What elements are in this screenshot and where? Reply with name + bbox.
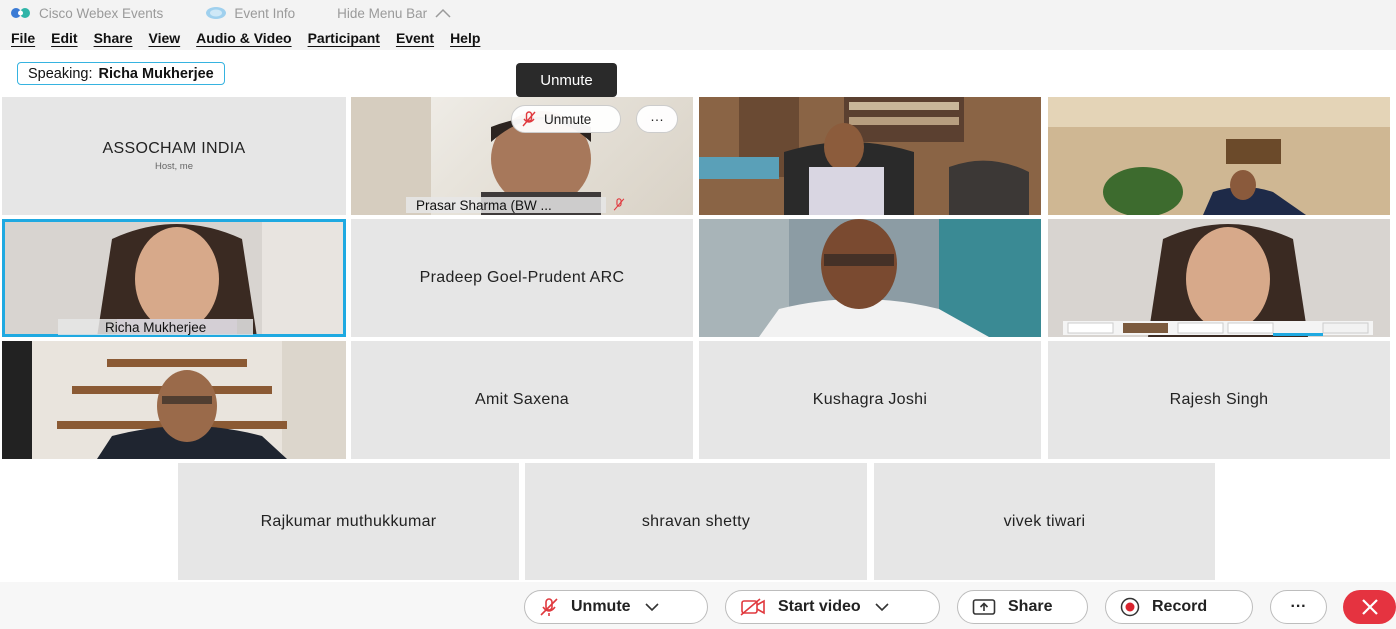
participant-name: ASSOCHAM INDIA <box>102 140 246 157</box>
app-title: Cisco Webex Events <box>10 6 163 21</box>
tile-rajkumar[interactable]: Rajkumar muthukkumar <box>178 463 519 580</box>
participant-name: Amit Saxena <box>474 391 569 408</box>
tile-vivek[interactable]: vivek tiwari <box>874 463 1215 580</box>
menu-bar: File Edit Share View Audio & Video Parti… <box>0 26 1396 50</box>
video-off-icon <box>740 598 766 616</box>
participant-name: shravan shetty <box>641 512 751 530</box>
tile-richa[interactable]: Richa Mukherjee <box>2 219 346 337</box>
tile-video-participant-4[interactable] <box>1048 97 1390 215</box>
tile-shravan[interactable]: shravan shetty <box>525 463 867 580</box>
menu-participant[interactable]: Participant <box>308 30 380 46</box>
menu-view[interactable]: View <box>149 30 181 46</box>
chevron-down-icon[interactable] <box>644 602 659 612</box>
tile-video-participant-3[interactable] <box>699 97 1041 215</box>
tile-more-button[interactable]: ··· <box>636 105 678 133</box>
unmute-button[interactable]: Unmute <box>524 590 708 624</box>
tile-unmute-button[interactable]: Unmute <box>511 105 621 133</box>
tile-video-participant-7[interactable] <box>699 219 1041 337</box>
start-video-button[interactable]: Start video <box>725 590 940 624</box>
leave-meeting-button[interactable] <box>1343 590 1396 624</box>
webex-logo-icon <box>10 7 32 19</box>
menu-help[interactable]: Help <box>450 30 480 46</box>
tile-video-participant-8[interactable] <box>1048 219 1390 337</box>
tile-pradeep[interactable]: Pradeep Goel-Prudent ARC <box>351 219 693 337</box>
tile-rajesh[interactable]: Rajesh Singh <box>1048 341 1390 459</box>
speaking-name: Richa Mukherjee <box>98 65 214 82</box>
record-icon <box>1120 597 1140 617</box>
menu-file[interactable]: File <box>11 30 35 46</box>
title-bar: Cisco Webex Events Event Info Hide Menu … <box>0 0 1396 26</box>
tile-unmute-label: Unmute <box>544 111 592 127</box>
participant-name: Richa Mukherjee <box>105 319 207 335</box>
participant-name: Rajkumar muthukkumar <box>260 512 437 530</box>
unmute-label: Unmute <box>571 598 631 615</box>
tile-video-participant-9[interactable] <box>2 341 346 459</box>
speaking-indicator: Speaking: Richa Mukherjee <box>17 62 225 85</box>
event-info-label: Event Info <box>234 5 296 21</box>
start-video-label: Start video <box>778 598 861 615</box>
unmute-tooltip: Unmute <box>516 63 617 97</box>
participant-video <box>699 219 1041 337</box>
menu-event[interactable]: Event <box>396 30 434 46</box>
mic-muted-icon <box>522 111 536 127</box>
participant-name: vivek tiwari <box>1003 512 1086 530</box>
share-button[interactable]: Share <box>957 590 1088 624</box>
mic-muted-icon <box>539 597 559 617</box>
menu-audio-video[interactable]: Audio & Video <box>196 30 291 46</box>
chevron-down-icon[interactable] <box>875 602 889 612</box>
menu-share[interactable]: Share <box>94 30 133 46</box>
speaking-label: Speaking: <box>28 65 93 82</box>
share-screen-icon <box>972 598 996 616</box>
hide-menu-bar-label: Hide Menu Bar <box>337 5 428 21</box>
tile-amit[interactable]: Amit Saxena <box>351 341 693 459</box>
participant-video <box>699 97 1041 215</box>
participant-name: Kushagra Joshi <box>812 391 928 408</box>
event-info-button[interactable]: Event Info <box>205 6 295 21</box>
participant-video <box>1048 97 1390 215</box>
hide-menu-bar-button[interactable]: Hide Menu Bar <box>337 6 451 21</box>
event-info-icon <box>205 6 227 20</box>
more-icon: ··· <box>1290 598 1307 615</box>
participant-name: Pradeep Goel-Prudent ARC <box>419 269 625 286</box>
more-icon: ··· <box>650 111 664 127</box>
participant-name: Prasar Sharma (BW ... <box>416 197 552 213</box>
participant-video <box>2 341 346 459</box>
menu-edit[interactable]: Edit <box>51 30 77 46</box>
more-options-button[interactable]: ··· <box>1270 590 1327 624</box>
participant-name-label: Prasar Sharma (BW ... <box>406 197 606 213</box>
participant-role: Host, me <box>154 161 193 172</box>
mic-muted-icon <box>613 198 625 211</box>
close-icon <box>1361 598 1379 616</box>
participant-name: Rajesh Singh <box>1169 391 1269 408</box>
participant-video <box>1048 219 1390 337</box>
record-label: Record <box>1152 598 1208 615</box>
participant-name-label: Richa Mukherjee <box>58 319 254 335</box>
tile-prasar[interactable]: Unmute ··· Prasar Sharma (BW ... <box>351 97 693 215</box>
tile-kushagra[interactable]: Kushagra Joshi <box>699 341 1041 459</box>
share-label: Share <box>1008 598 1053 615</box>
tile-assocham[interactable]: ASSOCHAM INDIA Host, me <box>2 97 346 215</box>
chevron-up-icon <box>435 8 451 18</box>
meeting-controls: Unmute Start video Share Record ··· <box>0 582 1396 629</box>
record-button[interactable]: Record <box>1105 590 1253 624</box>
app-name: Cisco Webex Events <box>39 5 164 21</box>
